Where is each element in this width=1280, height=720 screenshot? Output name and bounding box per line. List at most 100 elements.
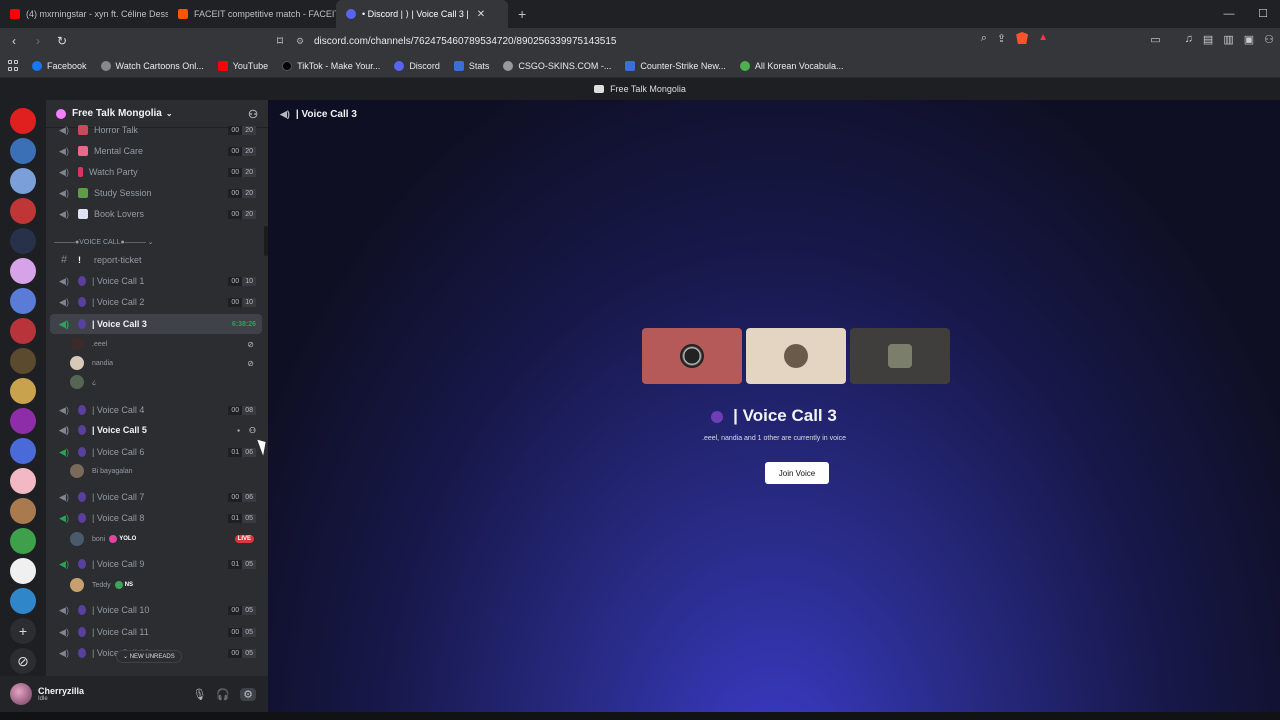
channel-mental-care[interactable]: ◀) Mental Care 00 20 xyxy=(50,141,262,161)
channel-study-session[interactable]: ◀) Study Session 00 20 xyxy=(50,183,262,203)
maximize-button[interactable]: ☐ xyxy=(1246,0,1280,28)
discover-icon[interactable]: ⊘ xyxy=(10,648,36,674)
channel-watch-party[interactable]: ◀) Watch Party 00 20 xyxy=(50,162,262,182)
faceit-icon xyxy=(178,9,188,19)
channel-name: Study Session xyxy=(94,188,152,198)
category-voice-call[interactable]: ———●VOICE CALL●——— ⌄ xyxy=(54,238,154,246)
back-button[interactable]: ‹ xyxy=(4,34,24,48)
channel-book-lovers[interactable]: ◀) Book Lovers 00 20 xyxy=(50,204,262,224)
server-icon[interactable] xyxy=(10,228,36,254)
voice-member[interactable]: .eeel ⊘ xyxy=(70,335,258,353)
channel-voice-call-7[interactable]: ◀) | Voice Call 7 00 06 xyxy=(50,487,262,507)
split-icon[interactable]: ▥ xyxy=(1223,33,1233,46)
sidebar-toggle-icon[interactable]: ▭ xyxy=(1150,33,1160,46)
channel-voice-call-4[interactable]: ◀) | Voice Call 4 00 08 xyxy=(50,400,262,420)
channel-voice-call-8[interactable]: ◀) | Voice Call 8 01 05 xyxy=(50,508,262,528)
channel-voice-call-10[interactable]: ◀) | Voice Call 10 00 05 xyxy=(50,600,262,620)
user-avatar[interactable] xyxy=(10,683,32,705)
server-icon[interactable] xyxy=(10,258,36,284)
server-icon[interactable] xyxy=(10,108,36,134)
voice-member[interactable]: Teddy NS xyxy=(70,576,258,594)
new-tab-button[interactable]: + xyxy=(508,6,536,22)
channel-voice-call-1[interactable]: ◀) | Voice Call 1 00 10 xyxy=(50,271,262,291)
bookmark-youtube[interactable]: YouTube xyxy=(217,60,268,71)
bookmark-discord[interactable]: Discord xyxy=(394,60,440,71)
server-icon[interactable] xyxy=(10,288,36,314)
voice-member[interactable]: boni YOLO LIVE xyxy=(70,530,258,548)
site-info-icon[interactable]: ⚙ xyxy=(296,36,304,47)
participant-tile[interactable] xyxy=(850,328,950,384)
avatar xyxy=(70,337,84,351)
reader-icon[interactable]: ▤ xyxy=(1203,33,1213,46)
reload-button[interactable]: ↻ xyxy=(52,34,72,48)
server-icon[interactable] xyxy=(10,408,36,434)
tab-faceit[interactable]: FACEIT competitive match - FACEIT.c... xyxy=(168,0,336,28)
bookmark-cartoons[interactable]: Watch Cartoons Onl... xyxy=(100,60,204,71)
server-icon[interactable] xyxy=(10,348,36,374)
server-icon[interactable] xyxy=(10,318,36,344)
music-icon[interactable]: ♫ xyxy=(1185,33,1193,46)
add-server-icon[interactable]: + xyxy=(10,618,36,644)
minimize-button[interactable]: — xyxy=(1212,0,1246,28)
bookmark-csgo-skins[interactable]: CSGO-SKINS.COM -... xyxy=(503,60,611,71)
bookmark-icon[interactable]: ⌑ xyxy=(270,34,290,48)
channel-horror-talk[interactable]: ◀) Horror Talk 00 20 xyxy=(50,120,262,140)
server-icon[interactable] xyxy=(10,378,36,404)
close-tab-icon[interactable]: ✕ xyxy=(477,9,485,20)
emoji-icon xyxy=(78,492,86,502)
voice-member[interactable]: ¿ xyxy=(70,373,258,391)
server-icon[interactable] xyxy=(10,198,36,224)
voice-member[interactable]: Bi bayagalan xyxy=(70,462,258,480)
member-tag: NS xyxy=(114,581,133,589)
brave-rewards-icon[interactable]: ▲ xyxy=(1038,32,1048,45)
brave-shield-icon[interactable] xyxy=(1016,32,1029,44)
tab-title: (4) mxrningstar - xyn ft. Céline Dessb..… xyxy=(26,9,168,19)
channel-voice-call-2[interactable]: ◀) | Voice Call 2 00 10 xyxy=(50,292,262,312)
address-bar[interactable]: ⚙ discord.com/channels/76247546078953472… xyxy=(288,31,1040,51)
wallet-icon[interactable]: ▣ xyxy=(1244,33,1254,46)
user-limit-badge: 00 20 xyxy=(228,188,256,198)
join-voice-button[interactable]: Join Voice xyxy=(765,462,829,484)
participant-tile[interactable] xyxy=(746,328,846,384)
channel-voice-call-6[interactable]: ◀) | Voice Call 6 01 06 xyxy=(50,442,262,462)
channel-voice-call-5[interactable]: ◀) | Voice Call 5 ▪ ⚇ xyxy=(50,420,262,440)
channel-voice-call-3[interactable]: ◀) | Voice Call 3 6:38:26 xyxy=(50,314,262,334)
profile-icon[interactable]: ⚇ xyxy=(1264,33,1274,46)
server-icon[interactable] xyxy=(10,588,36,614)
channel-voice-call-11[interactable]: ◀) | Voice Call 11 00 05 xyxy=(50,622,262,642)
share-icon[interactable]: ⇪ xyxy=(997,32,1006,45)
avatar xyxy=(70,578,84,592)
new-unreads-pill[interactable]: ⌄ NEW UNREADS xyxy=(116,650,182,663)
search-icon[interactable]: ⌕ xyxy=(981,32,987,45)
bookmark-label: Counter-Strike New... xyxy=(640,60,726,71)
tab-discord[interactable]: • Discord | ⟩ | Voice Call 3 | ✕ xyxy=(336,0,508,28)
bookmark-korean[interactable]: All Korean Vocabula... xyxy=(739,60,843,71)
apps-grid-icon[interactable] xyxy=(8,59,20,72)
invite-icon[interactable]: ⚇ xyxy=(249,426,256,435)
emoji-icon xyxy=(78,188,88,198)
headphones-icon[interactable]: 🎧 xyxy=(216,688,230,701)
server-icon[interactable] xyxy=(10,558,36,584)
server-icon[interactable] xyxy=(10,168,36,194)
channel-report-ticket[interactable]: #! report-ticket xyxy=(50,250,262,270)
user-limit-badge: 01 05 xyxy=(228,513,256,523)
forward-button[interactable]: › xyxy=(28,34,48,48)
user-info[interactable]: Cherryzilla Idle xyxy=(38,686,84,702)
server-icon[interactable] xyxy=(10,498,36,524)
participant-tile[interactable] xyxy=(642,328,742,384)
voice-member[interactable]: nandia ⊘ xyxy=(70,354,258,372)
server-icon[interactable] xyxy=(10,528,36,554)
server-icon[interactable] xyxy=(10,138,36,164)
tab-youtube[interactable]: (4) mxrningstar - xyn ft. Céline Dessb..… xyxy=(0,0,168,28)
bookmark-facebook[interactable]: Facebook xyxy=(32,60,87,71)
server-icon[interactable] xyxy=(10,438,36,464)
chat-icon[interactable]: ▪ xyxy=(237,426,240,435)
bookmark-stats[interactable]: Stats xyxy=(453,60,489,71)
bookmark-counter-strike[interactable]: Counter-Strike New... xyxy=(625,60,726,71)
channel-voice-call-9[interactable]: ◀) | Voice Call 9 01 05 xyxy=(50,554,262,574)
bookmark-tiktok[interactable]: TikTok - Make Your... xyxy=(282,60,380,71)
server-icon[interactable] xyxy=(10,468,36,494)
call-duration: 6:38:26 xyxy=(231,320,256,328)
settings-gear-icon[interactable]: ⚙ xyxy=(240,687,256,701)
microphone-icon[interactable]: 🎙 xyxy=(192,688,206,701)
